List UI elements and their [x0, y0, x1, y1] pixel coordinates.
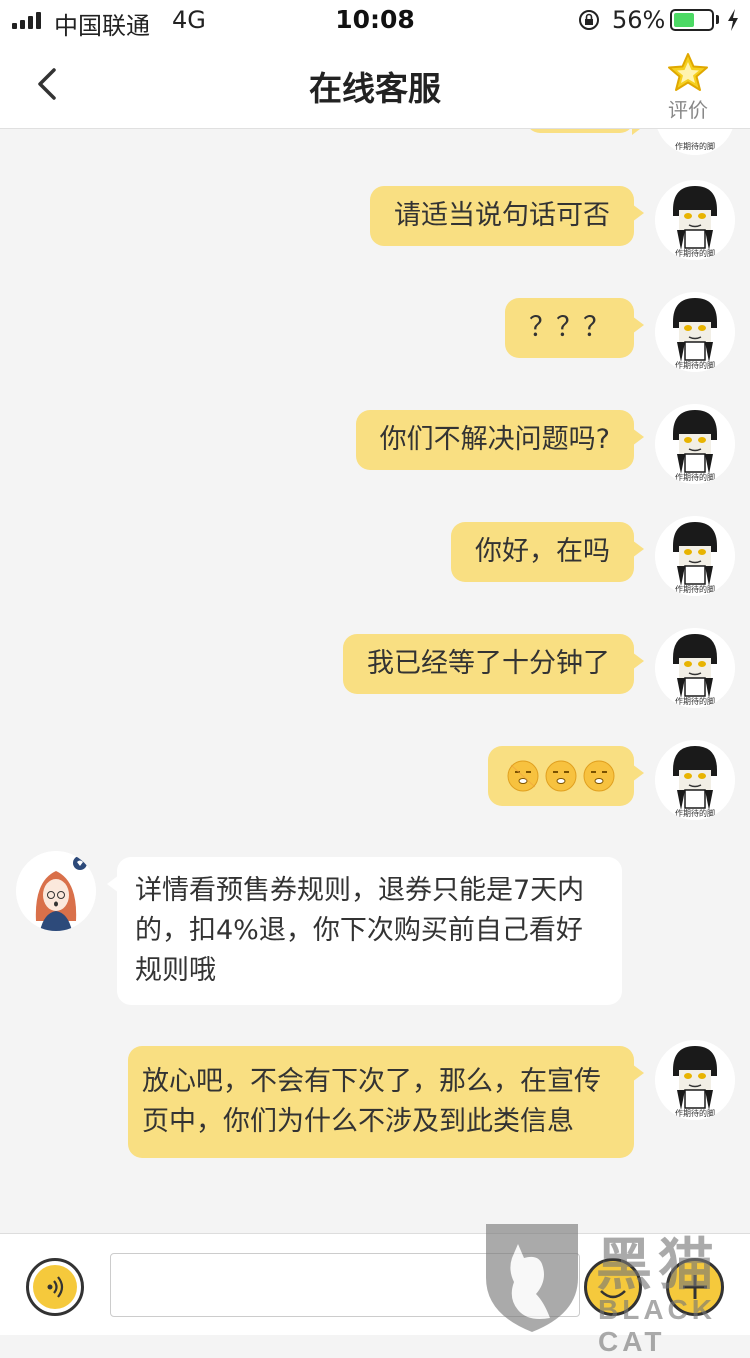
face-emoji-icon — [583, 760, 615, 792]
navigation-bar: 在线客服 评价 — [0, 40, 750, 129]
emoji-button[interactable] — [584, 1258, 642, 1316]
svg-text:作期待的脚: 作期待的脚 — [675, 1108, 715, 1118]
chat-area[interactable]: 作期待的脚 请适当说句话可否 作期待的脚 ？？？ 作期待的脚 你们不解决问题吗?… — [0, 129, 750, 1233]
svg-text:作期待的脚: 作期待的脚 — [675, 584, 715, 594]
message-bubble-user: ？？？ — [505, 298, 644, 358]
message-bubble-user: 请适当说句话可否 — [370, 186, 644, 246]
rate-label: 评价 — [668, 98, 708, 122]
page-title: 在线客服 — [309, 69, 441, 108]
charging-icon — [728, 9, 738, 31]
voice-button[interactable] — [26, 1258, 84, 1316]
user-avatar[interactable]: 作期待的脚 — [655, 180, 735, 260]
message-bubble-user: 你好，在吗 — [451, 522, 644, 582]
rotation-lock-icon — [579, 10, 599, 30]
battery-tip — [716, 15, 719, 24]
user-avatar[interactable]: 作期待的脚 — [655, 516, 735, 596]
plus-icon — [683, 1275, 707, 1299]
user-avatar[interactable]: 作期待的脚 — [655, 129, 735, 155]
svg-text:作期待的脚: 作期待的脚 — [675, 360, 715, 370]
user-avatar[interactable]: 作期待的脚 — [655, 1040, 735, 1120]
user-avatar[interactable]: 作期待的脚 — [655, 628, 735, 708]
star-icon — [668, 53, 708, 91]
message-bubble-partial — [526, 129, 644, 135]
battery-icon — [670, 9, 714, 31]
message-bubble-agent: 详情看预售券规则，退券只能是7天内的，扣4%退，你下次购买前自己看好规则哦 — [107, 857, 622, 1005]
voice-icon — [33, 1265, 77, 1309]
smile-icon — [600, 1290, 626, 1299]
message-bubble-user: 你们不解决问题吗? — [355, 410, 645, 470]
more-button[interactable] — [666, 1258, 724, 1316]
user-avatar[interactable]: 作期待的脚 — [655, 740, 735, 820]
rate-button[interactable]: 评价 — [660, 52, 716, 123]
svg-text:作期待的脚: 作期待的脚 — [675, 248, 715, 258]
user-avatar[interactable]: 作期待的脚 — [655, 292, 735, 372]
message-input[interactable] — [110, 1253, 580, 1317]
battery-percent: 56% — [612, 6, 666, 34]
agent-avatar[interactable] — [16, 851, 96, 931]
svg-text:作期待的脚: 作期待的脚 — [675, 472, 715, 482]
message-bubble-emoji — [488, 746, 644, 806]
svg-text:作期待的脚: 作期待的脚 — [675, 808, 715, 818]
message-bubble-user: 放心吧，不会有下次了，那么，在宣传页中，你们为什么不涉及到此类信息 — [128, 1046, 644, 1158]
message-bubble-user: 我已经等了十分钟了 — [343, 634, 644, 694]
status-bar: 中国联通 4G 10:08 56% — [0, 0, 750, 40]
svg-text:作期待的脚: 作期待的脚 — [675, 141, 715, 151]
svg-text:作期待的脚: 作期待的脚 — [675, 696, 715, 706]
user-avatar[interactable]: 作期待的脚 — [655, 404, 735, 484]
input-bar — [0, 1233, 750, 1335]
face-emoji-icon — [545, 760, 577, 792]
face-emoji-icon — [507, 760, 539, 792]
